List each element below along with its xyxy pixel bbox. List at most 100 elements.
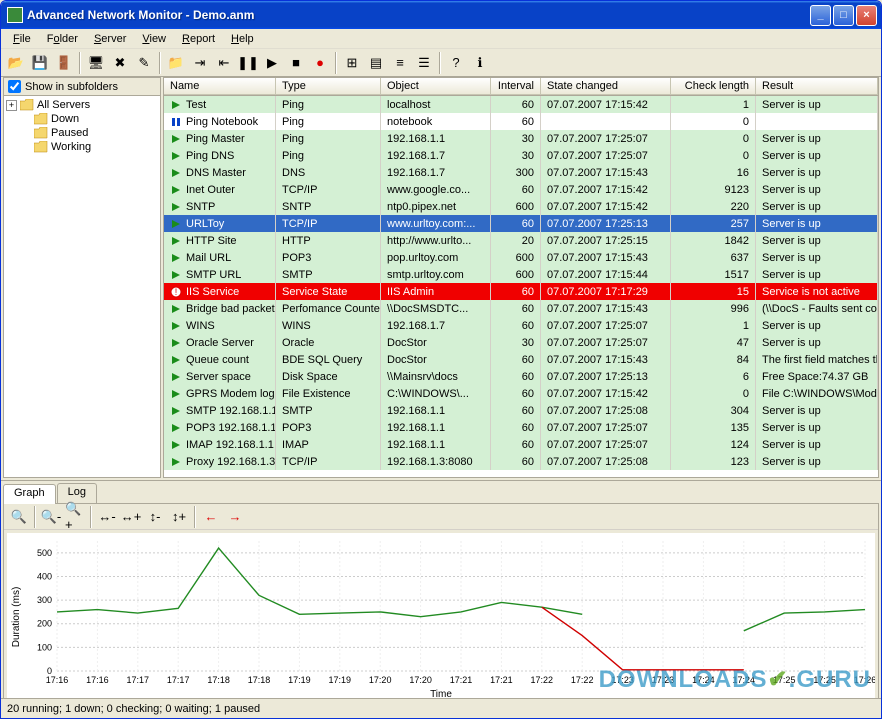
maximize-button[interactable]: □ [833,5,854,26]
arrow-right-icon[interactable]: → [224,506,246,528]
cell: 07.07.2007 17:25:13 [541,368,671,385]
new-server-icon[interactable]: 🖥 [85,52,107,74]
cell: 30 [491,130,541,147]
zoom-in-y-icon[interactable]: ↕+ [168,506,190,528]
server-row[interactable]: DNS MasterDNS192.168.1.730007.07.2007 17… [164,164,878,181]
server-row[interactable]: TestPinglocalhost6007.07.2007 17:15:421S… [164,96,878,113]
server-row[interactable]: Inet OuterTCP/IPwww.google.co...6007.07.… [164,181,878,198]
tree-item-paused[interactable]: Paused [6,126,158,140]
tree-item-working[interactable]: Working [6,140,158,154]
zoom-out-y-icon[interactable]: ↕- [144,506,166,528]
tab-graph[interactable]: Graph [3,484,56,504]
server-row[interactable]: Oracle ServerOracleDocStor3007.07.2007 1… [164,334,878,351]
list-icon[interactable]: ≡ [389,52,411,74]
menu-server[interactable]: Server [86,31,134,47]
column-name[interactable]: Name [164,78,276,95]
pause-icon[interactable]: ❚❚ [237,52,259,74]
cell: Server is up [756,164,878,181]
save-icon[interactable]: 💾 [29,52,51,74]
chart[interactable]: 010020030040050017:1617:1617:1717:1717:1… [7,533,875,701]
list-body[interactable]: TestPinglocalhost6007.07.2007 17:15:421S… [164,96,878,477]
column-state-changed[interactable]: State changed [541,78,671,95]
tree-item-down[interactable]: Down [6,112,158,126]
server-row[interactable]: Server spaceDisk Space\\Mainsrv\docs6007… [164,368,878,385]
move-in-icon[interactable]: ⇥ [189,52,211,74]
zoom-in-icon[interactable]: 🔍+ [64,506,86,528]
server-row[interactable]: HTTP SiteHTTPhttp://www.urlto...2007.07.… [164,232,878,249]
folder-icon[interactable]: 📁 [165,52,187,74]
server-row[interactable]: !IIS ServiceService StateIIS Admin6007.0… [164,283,878,300]
exit-icon[interactable]: 🚪 [53,52,75,74]
svg-text:17:26: 17:26 [854,675,875,685]
show-subfolders-option[interactable]: Show in subfolders [4,78,160,96]
menu-file[interactable]: File [5,31,39,47]
zoom-reset-icon[interactable]: 🔍 [8,506,30,528]
server-row[interactable]: Ping DNSPing192.168.1.73007.07.2007 17:2… [164,147,878,164]
svg-text:17:22: 17:22 [571,675,594,685]
open-icon[interactable]: 📂 [5,52,27,74]
menu-folder[interactable]: Folder [39,31,86,47]
server-row[interactable]: Bridge bad packetsPerfomance Counter\\Do… [164,300,878,317]
status-up-icon [170,218,182,230]
server-row[interactable]: SMTP 192.168.1.1SMTP192.168.1.16007.07.2… [164,402,878,419]
cell: 07.07.2007 17:25:08 [541,453,671,470]
svg-text:17:16: 17:16 [46,675,69,685]
server-row[interactable]: Proxy 192.168.1.3TCP/IP192.168.1.3:80806… [164,453,878,470]
server-row[interactable]: WINSWINS192.168.1.76007.07.2007 17:25:07… [164,317,878,334]
about-icon[interactable]: ℹ [469,52,491,74]
server-row[interactable]: Queue countBDE SQL QueryDocStor6007.07.2… [164,351,878,368]
server-row[interactable]: Ping MasterPing192.168.1.13007.07.2007 1… [164,130,878,147]
cell: SMTP 192.168.1.1 [164,402,276,419]
minimize-button[interactable]: _ [810,5,831,26]
menu-help[interactable]: Help [223,31,262,47]
menu-view[interactable]: View [134,31,174,47]
cell: Disk Space [276,368,381,385]
cell: Ping [276,130,381,147]
large-icons-icon[interactable]: ⊞ [341,52,363,74]
server-row[interactable]: POP3 192.168.1.1POP3192.168.1.16007.07.2… [164,419,878,436]
delete-icon[interactable]: ✖ [109,52,131,74]
server-row[interactable]: SNTPSNTPntp0.pipex.net60007.07.2007 17:1… [164,198,878,215]
svg-text:300: 300 [37,595,52,605]
cell: Ping [276,113,381,130]
details-icon[interactable]: ☰ [413,52,435,74]
server-row[interactable]: IMAP 192.168.1.1IMAP192.168.1.16007.07.2… [164,436,878,453]
close-button[interactable]: × [856,5,877,26]
titlebar[interactable]: Advanced Network Monitor - Demo.anm _ □ … [1,1,881,29]
cell: pop.urltoy.com [381,249,491,266]
zoom-out-icon[interactable]: 🔍- [40,506,62,528]
zoom-out-x-icon[interactable]: ↔- [96,506,118,528]
cell: HTTP Site [164,232,276,249]
cell: IMAP [276,436,381,453]
move-out-icon[interactable]: ⇤ [213,52,235,74]
server-row[interactable]: URLToyTCP/IPwww.urltoy.com:...6007.07.20… [164,215,878,232]
cell: Server is up [756,249,878,266]
record-icon[interactable]: ● [309,52,331,74]
arrow-left-icon[interactable]: ← [200,506,222,528]
resume-icon[interactable]: ▶ [261,52,283,74]
stop-icon[interactable]: ■ [285,52,307,74]
server-row[interactable]: Mail URLPOP3pop.urltoy.com60007.07.2007 … [164,249,878,266]
menu-report[interactable]: Report [174,31,223,47]
server-row[interactable]: Ping NotebookPingnotebook600 [164,113,878,130]
zoom-in-x-icon[interactable]: ↔+ [120,506,142,528]
tree-panel: Show in subfolders +All ServersDownPause… [3,77,161,478]
tab-log[interactable]: Log [57,483,97,503]
column-result[interactable]: Result [756,78,878,95]
cell: WINS [164,317,276,334]
help-icon[interactable]: ? [445,52,467,74]
cell: 192.168.1.7 [381,164,491,181]
server-row[interactable]: GPRS Modem logFile ExistenceC:\WINDOWS\.… [164,385,878,402]
column-interval[interactable]: Interval [491,78,541,95]
column-type[interactable]: Type [276,78,381,95]
show-subfolders-checkbox[interactable] [8,80,21,93]
expand-icon[interactable]: + [6,100,17,111]
column-check-length[interactable]: Check length [671,78,756,95]
tree-root[interactable]: +All Servers [6,98,158,112]
column-object[interactable]: Object [381,78,491,95]
toolbar: 📂💾🚪 🖥✖✎ 📁⇥⇤❚❚▶■● ⊞▤≡☰?ℹ [1,49,881,77]
server-row[interactable]: SMTP URLSMTPsmtp.urltoy.com60007.07.2007… [164,266,878,283]
edit-icon[interactable]: ✎ [133,52,155,74]
cell: 60 [491,96,541,113]
small-icons-icon[interactable]: ▤ [365,52,387,74]
